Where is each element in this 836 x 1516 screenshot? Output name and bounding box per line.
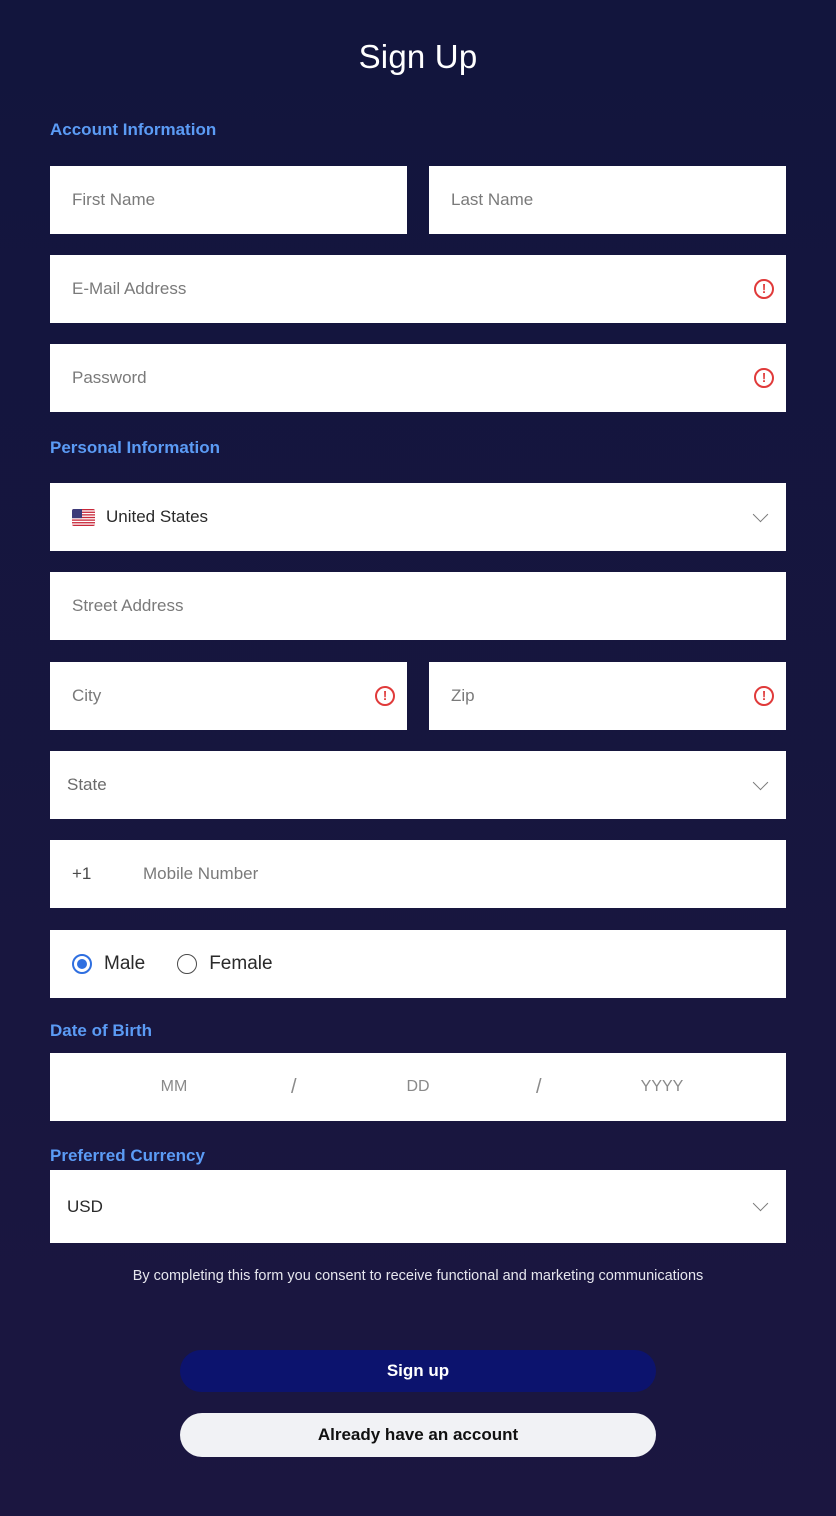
- dob-separator: /: [291, 1076, 297, 1098]
- currency-value: USD: [67, 1196, 103, 1216]
- city-field[interactable]: !: [50, 662, 407, 730]
- chevron-down-icon: [752, 774, 769, 790]
- country-select[interactable]: United States: [50, 483, 786, 551]
- city-error-icon: !: [375, 686, 395, 706]
- gender-option-female[interactable]: Female: [177, 953, 273, 975]
- section-currency-label: Preferred Currency: [50, 1146, 205, 1165]
- zip-field[interactable]: !: [429, 662, 786, 730]
- email-error-icon: !: [754, 279, 774, 299]
- page-title: Sign Up: [358, 38, 478, 75]
- zip-error-icon: !: [754, 686, 774, 706]
- last-name-input[interactable]: [429, 166, 786, 234]
- zip-input[interactable]: [429, 662, 754, 730]
- chevron-down-icon: [752, 506, 769, 522]
- gender-option-label: Male: [104, 953, 146, 974]
- first-name-field[interactable]: [50, 166, 407, 234]
- dob-day-input[interactable]: DD: [368, 1053, 468, 1121]
- email-field[interactable]: !: [50, 255, 786, 323]
- currency-select[interactable]: USD: [50, 1170, 786, 1243]
- consent-text: By completing this form you consent to r…: [132, 1268, 704, 1284]
- email-input[interactable]: [50, 255, 754, 323]
- state-placeholder: State: [67, 775, 107, 794]
- dob-field: MM / DD / YYYY: [50, 1053, 786, 1121]
- radio-selected-icon[interactable]: [72, 954, 92, 974]
- phone-country-code[interactable]: +1: [50, 864, 143, 884]
- street-field[interactable]: [50, 572, 786, 640]
- country-value: United States: [106, 507, 209, 526]
- section-personal-label: Personal Information: [50, 438, 221, 457]
- gender-option-male[interactable]: Male: [72, 953, 145, 975]
- us-flag-icon: [72, 508, 95, 526]
- section-account-label: Account Information: [50, 120, 217, 139]
- sign-up-button[interactable]: Sign up: [180, 1350, 656, 1392]
- phone-input[interactable]: [143, 840, 786, 908]
- gender-radio-group: Male Female: [50, 930, 786, 998]
- phone-field[interactable]: +1: [50, 840, 786, 908]
- password-field[interactable]: !: [50, 344, 786, 412]
- dob-separator: /: [536, 1076, 542, 1098]
- street-input[interactable]: [50, 572, 786, 640]
- radio-unselected-icon[interactable]: [177, 954, 198, 974]
- dob-month-input[interactable]: MM: [124, 1053, 224, 1121]
- first-name-input[interactable]: [50, 166, 407, 234]
- city-input[interactable]: [50, 662, 375, 730]
- state-select[interactable]: State: [50, 751, 786, 819]
- section-dob-label: Date of Birth: [50, 1021, 152, 1040]
- password-error-icon: !: [754, 368, 774, 388]
- dob-year-input[interactable]: YYYY: [612, 1053, 712, 1121]
- last-name-field[interactable]: [429, 166, 786, 234]
- chevron-down-icon: [752, 1195, 769, 1212]
- password-input[interactable]: [50, 344, 754, 412]
- gender-option-label: Female: [209, 953, 273, 974]
- already-have-account-button[interactable]: Already have an account: [180, 1413, 656, 1457]
